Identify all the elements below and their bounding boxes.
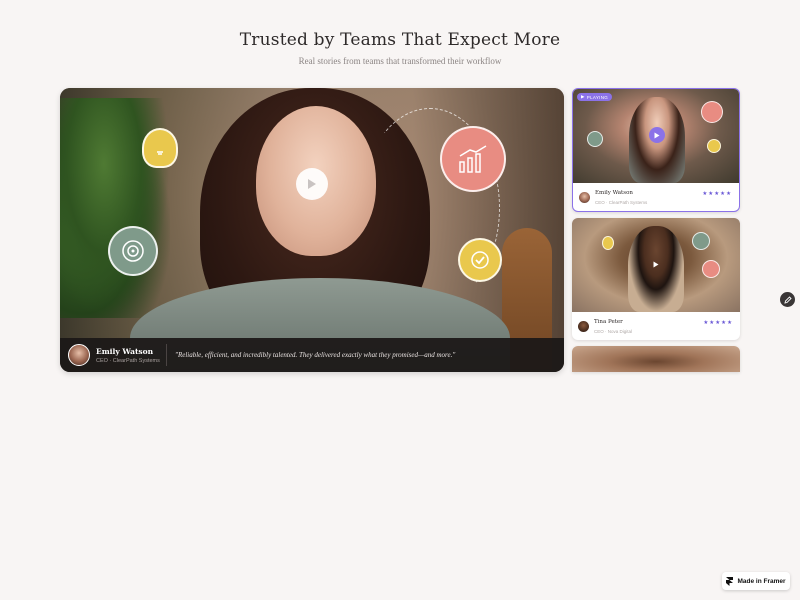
play-icon [653, 261, 659, 267]
card-name: Tina Peter [594, 318, 623, 325]
play-button[interactable] [648, 256, 664, 272]
testimonial-card-emily[interactable]: ▶ PLAYING Emily Watson CEO · ClearPath Sy… [572, 88, 740, 212]
section-header: Trusted by Teams That Expect More Real s… [0, 30, 800, 66]
featured-quote: "Reliable, efficient, and incredibly tal… [175, 351, 456, 359]
star-rating: ★★★★★ [702, 191, 732, 197]
target-icon [587, 131, 603, 147]
play-button[interactable] [649, 127, 665, 143]
featured-role: CEO · ClearPath Systems [96, 357, 160, 364]
featured-video[interactable]: Emily Watson CEO · ClearPath Systems "Re… [60, 88, 564, 372]
featured-name: Emily Watson [96, 346, 154, 356]
framer-logo-icon [726, 576, 734, 586]
play-icon: ▶ [581, 94, 585, 99]
card-thumbnail [572, 346, 740, 372]
section-title: Trusted by Teams That Expect More [239, 30, 561, 50]
growth-chart-icon [701, 101, 723, 123]
edit-button[interactable] [780, 292, 795, 307]
playing-badge: ▶ PLAYING [577, 93, 613, 101]
made-in-framer-badge[interactable]: Made in Framer [722, 572, 790, 590]
card-role: CEO · Nova Digital [594, 328, 633, 334]
card-thumbnail: ▶ PLAYING [573, 89, 739, 183]
checkmark-icon [707, 139, 721, 153]
testimonial-card-tina[interactable]: Tina Peter CEO · Nova Digital ★★★★★ [572, 218, 740, 340]
target-icon [692, 232, 710, 250]
divider [166, 344, 167, 366]
play-button[interactable] [296, 168, 328, 200]
card-meta: Tina Peter CEO · Nova Digital ★★★★★ [572, 312, 740, 340]
section-subtitle: Real stories from teams that transformed… [298, 56, 502, 66]
growth-chart-icon [440, 126, 506, 192]
play-icon [654, 132, 660, 138]
target-icon [108, 226, 158, 276]
lightbulb-icon [602, 236, 614, 250]
avatar [579, 191, 590, 203]
featured-caption-bar: Emily Watson CEO · ClearPath Systems "Re… [60, 338, 564, 372]
badge-label: Made in Framer [737, 577, 786, 585]
featured-meta: Emily Watson CEO · ClearPath Systems [96, 346, 160, 364]
growth-chart-icon [702, 260, 720, 278]
card-meta: Emily Watson CEO · ClearPath Systems ★★★… [573, 183, 739, 211]
avatar [578, 320, 589, 332]
card-role: CEO · ClearPath Systems [595, 199, 648, 205]
testimonial-card-partial[interactable] [572, 346, 740, 372]
lightbulb-icon [142, 128, 178, 168]
card-thumbnail [572, 218, 740, 312]
card-name: Emily Watson [595, 189, 633, 196]
avatar [68, 344, 90, 366]
checkmark-icon [458, 238, 502, 282]
star-rating: ★★★★★ [703, 320, 733, 326]
pencil-icon [783, 295, 792, 304]
play-icon [308, 179, 316, 189]
